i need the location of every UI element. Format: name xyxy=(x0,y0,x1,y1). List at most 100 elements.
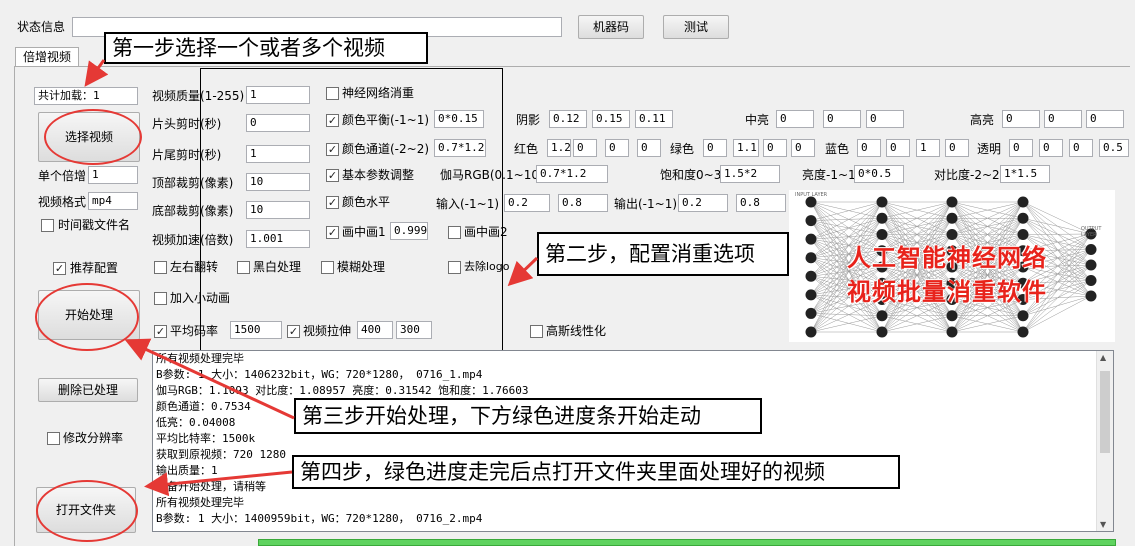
log-line: 所有视频处理完毕 xyxy=(156,496,244,509)
channel-checkbox[interactable]: ✓ xyxy=(326,143,339,156)
tab-multiply-video[interactable]: 倍增视频 xyxy=(15,47,79,67)
single-multiply-input[interactable]: 1 xyxy=(88,166,138,184)
level-checkbox[interactable]: ✓ xyxy=(326,196,339,209)
alpha-v2-input[interactable]: 0 xyxy=(1039,139,1063,157)
gamma-input[interactable]: 0.7*1.2 xyxy=(536,165,608,183)
highlight-g-input[interactable]: 0 xyxy=(1044,110,1082,128)
red-label: 红色 xyxy=(514,142,539,156)
red-v2-input[interactable]: 0 xyxy=(573,139,597,157)
log-line: B参数: 1 大小：1400959bit，WG：720*1280， 0716_2… xyxy=(156,512,483,525)
pip1-checkbox[interactable]: ✓ xyxy=(326,226,339,239)
alpha-v1-input[interactable]: 0 xyxy=(1009,139,1033,157)
stretch-height-input[interactable]: 300 xyxy=(396,321,432,339)
balance-checkbox[interactable]: ✓ xyxy=(326,114,339,127)
nn-node xyxy=(876,326,888,338)
highlight-b-input[interactable]: 0 xyxy=(1086,110,1124,128)
bottom-crop-input[interactable]: 10 xyxy=(246,201,310,219)
input-level-low[interactable]: 0.2 xyxy=(504,194,550,212)
scroll-up-icon[interactable]: ▲ xyxy=(1100,353,1106,362)
shadow-b-input[interactable]: 0.11 xyxy=(635,110,673,128)
alpha-v3-input[interactable]: 0 xyxy=(1069,139,1093,157)
saturation-input[interactable]: 1.5*2 xyxy=(720,165,780,183)
brightness-input[interactable]: 0*0.5 xyxy=(854,165,904,183)
recommend-checkbox[interactable]: ✓ xyxy=(53,262,66,275)
video-format-input[interactable]: mp4 xyxy=(88,192,138,210)
midtone-label: 中亮 xyxy=(745,113,770,127)
input-level-high[interactable]: 0.8 xyxy=(558,194,608,212)
alpha-v4-input[interactable]: 0.5 xyxy=(1099,139,1129,157)
midtone-b-input[interactable]: 0 xyxy=(866,110,904,128)
highlight-r-input[interactable]: 0 xyxy=(1002,110,1040,128)
delete-processed-button[interactable]: 删除已处理 xyxy=(38,378,138,402)
nn-node xyxy=(946,212,958,224)
channel-input[interactable]: 0.7*1.2 xyxy=(434,139,486,157)
tab-label: 倍增视频 xyxy=(22,50,71,64)
bottom-crop-label: 底部裁剪(像素) xyxy=(152,204,234,218)
highlight-oval-select xyxy=(44,109,142,165)
blue-v1-input[interactable]: 0 xyxy=(857,139,881,157)
total-loaded-field: 共计加载：1 xyxy=(34,87,138,105)
saturation-label: 饱和度0~3 xyxy=(660,168,722,182)
nn-node xyxy=(805,270,817,282)
basic-checkbox[interactable]: ✓ xyxy=(326,169,339,182)
balance-input[interactable]: 0*0.15 xyxy=(434,110,484,128)
gauss-checkbox[interactable] xyxy=(530,325,543,338)
blue-v4-input[interactable]: 0 xyxy=(945,139,969,157)
green-v4-input[interactable]: 0 xyxy=(791,139,815,157)
video-format-label: 视频格式 xyxy=(38,195,87,209)
midtone-g-input[interactable]: 0 xyxy=(823,110,861,128)
timestamp-checkbox[interactable] xyxy=(41,219,54,232)
nn-node xyxy=(805,196,817,208)
anim-checkbox[interactable] xyxy=(154,292,167,305)
nn-node xyxy=(1085,275,1097,286)
neural-checkbox[interactable] xyxy=(326,87,339,100)
log-scrollbar[interactable]: ▲ ▼ xyxy=(1096,351,1113,531)
nn-node xyxy=(1017,196,1029,208)
contrast-input[interactable]: 1*1.5 xyxy=(1000,165,1050,183)
stretch-width-input[interactable]: 400 xyxy=(357,321,393,339)
flip-checkbox[interactable] xyxy=(154,261,167,274)
nn-output-label: OUTPUT LAYER xyxy=(1081,226,1102,238)
output-level-low[interactable]: 0.2 xyxy=(678,194,728,212)
nn-connection xyxy=(810,201,883,240)
green-v2-input[interactable]: 1.1 xyxy=(733,139,759,157)
recommend-label: 推荐配置 xyxy=(70,261,119,275)
neural-label: 神经网络消重 xyxy=(342,86,415,100)
log-output[interactable]: 所有视频处理完毕 B参数: 1 大小：1406232bit，WG：720*1280… xyxy=(152,350,1114,532)
speed-input[interactable]: 1.001 xyxy=(246,230,310,248)
nn-input-label: INPUT LAYER xyxy=(795,192,828,198)
shadow-r-input[interactable]: 0.12 xyxy=(549,110,587,128)
scroll-down-icon[interactable]: ▼ xyxy=(1100,520,1106,529)
blue-v3-input[interactable]: 1 xyxy=(916,139,940,157)
red-v4-input[interactable]: 0 xyxy=(637,139,661,157)
neural-network-banner: INPUT LAYER OUTPUT LAYER 人工智能神经网络 视频批量消重… xyxy=(789,190,1115,342)
shadow-g-input[interactable]: 0.15 xyxy=(592,110,630,128)
top-crop-input[interactable]: 10 xyxy=(246,173,310,191)
quality-input[interactable]: 1 xyxy=(246,86,310,104)
test-button[interactable]: 测试 xyxy=(663,15,729,39)
bitrate-checkbox[interactable]: ✓ xyxy=(154,325,167,338)
stretch-checkbox[interactable]: ✓ xyxy=(287,325,300,338)
midtone-r-input[interactable]: 0 xyxy=(776,110,814,128)
output-level-high[interactable]: 0.8 xyxy=(736,194,786,212)
tail-trim-input[interactable]: 1 xyxy=(246,145,310,163)
blue-v2-input[interactable]: 0 xyxy=(886,139,910,157)
resolution-checkbox[interactable] xyxy=(47,432,60,445)
scroll-thumb[interactable] xyxy=(1100,371,1110,453)
logo-checkbox[interactable] xyxy=(448,261,461,274)
head-trim-input[interactable]: 0 xyxy=(246,114,310,132)
pip2-checkbox[interactable] xyxy=(448,226,461,239)
annotation-step1: 第一步选择一个或者多个视频 xyxy=(104,32,428,64)
nn-connection xyxy=(810,201,883,221)
bitrate-input[interactable]: 1500 xyxy=(230,321,282,339)
machine-code-button[interactable]: 机器码 xyxy=(578,15,644,39)
pip1-input[interactable]: 0.999 xyxy=(390,222,428,240)
blur-checkbox[interactable] xyxy=(321,261,334,274)
gamma-label: 伽马RGB(0.1~10) xyxy=(440,168,544,182)
red-v3-input[interactable]: 0 xyxy=(605,139,629,157)
green-v1-input[interactable]: 0 xyxy=(703,139,727,157)
bw-checkbox[interactable] xyxy=(237,261,250,274)
blue-label: 蓝色 xyxy=(825,142,850,156)
red-v1-input[interactable]: 1.2 xyxy=(547,139,571,157)
green-v3-input[interactable]: 0 xyxy=(763,139,787,157)
